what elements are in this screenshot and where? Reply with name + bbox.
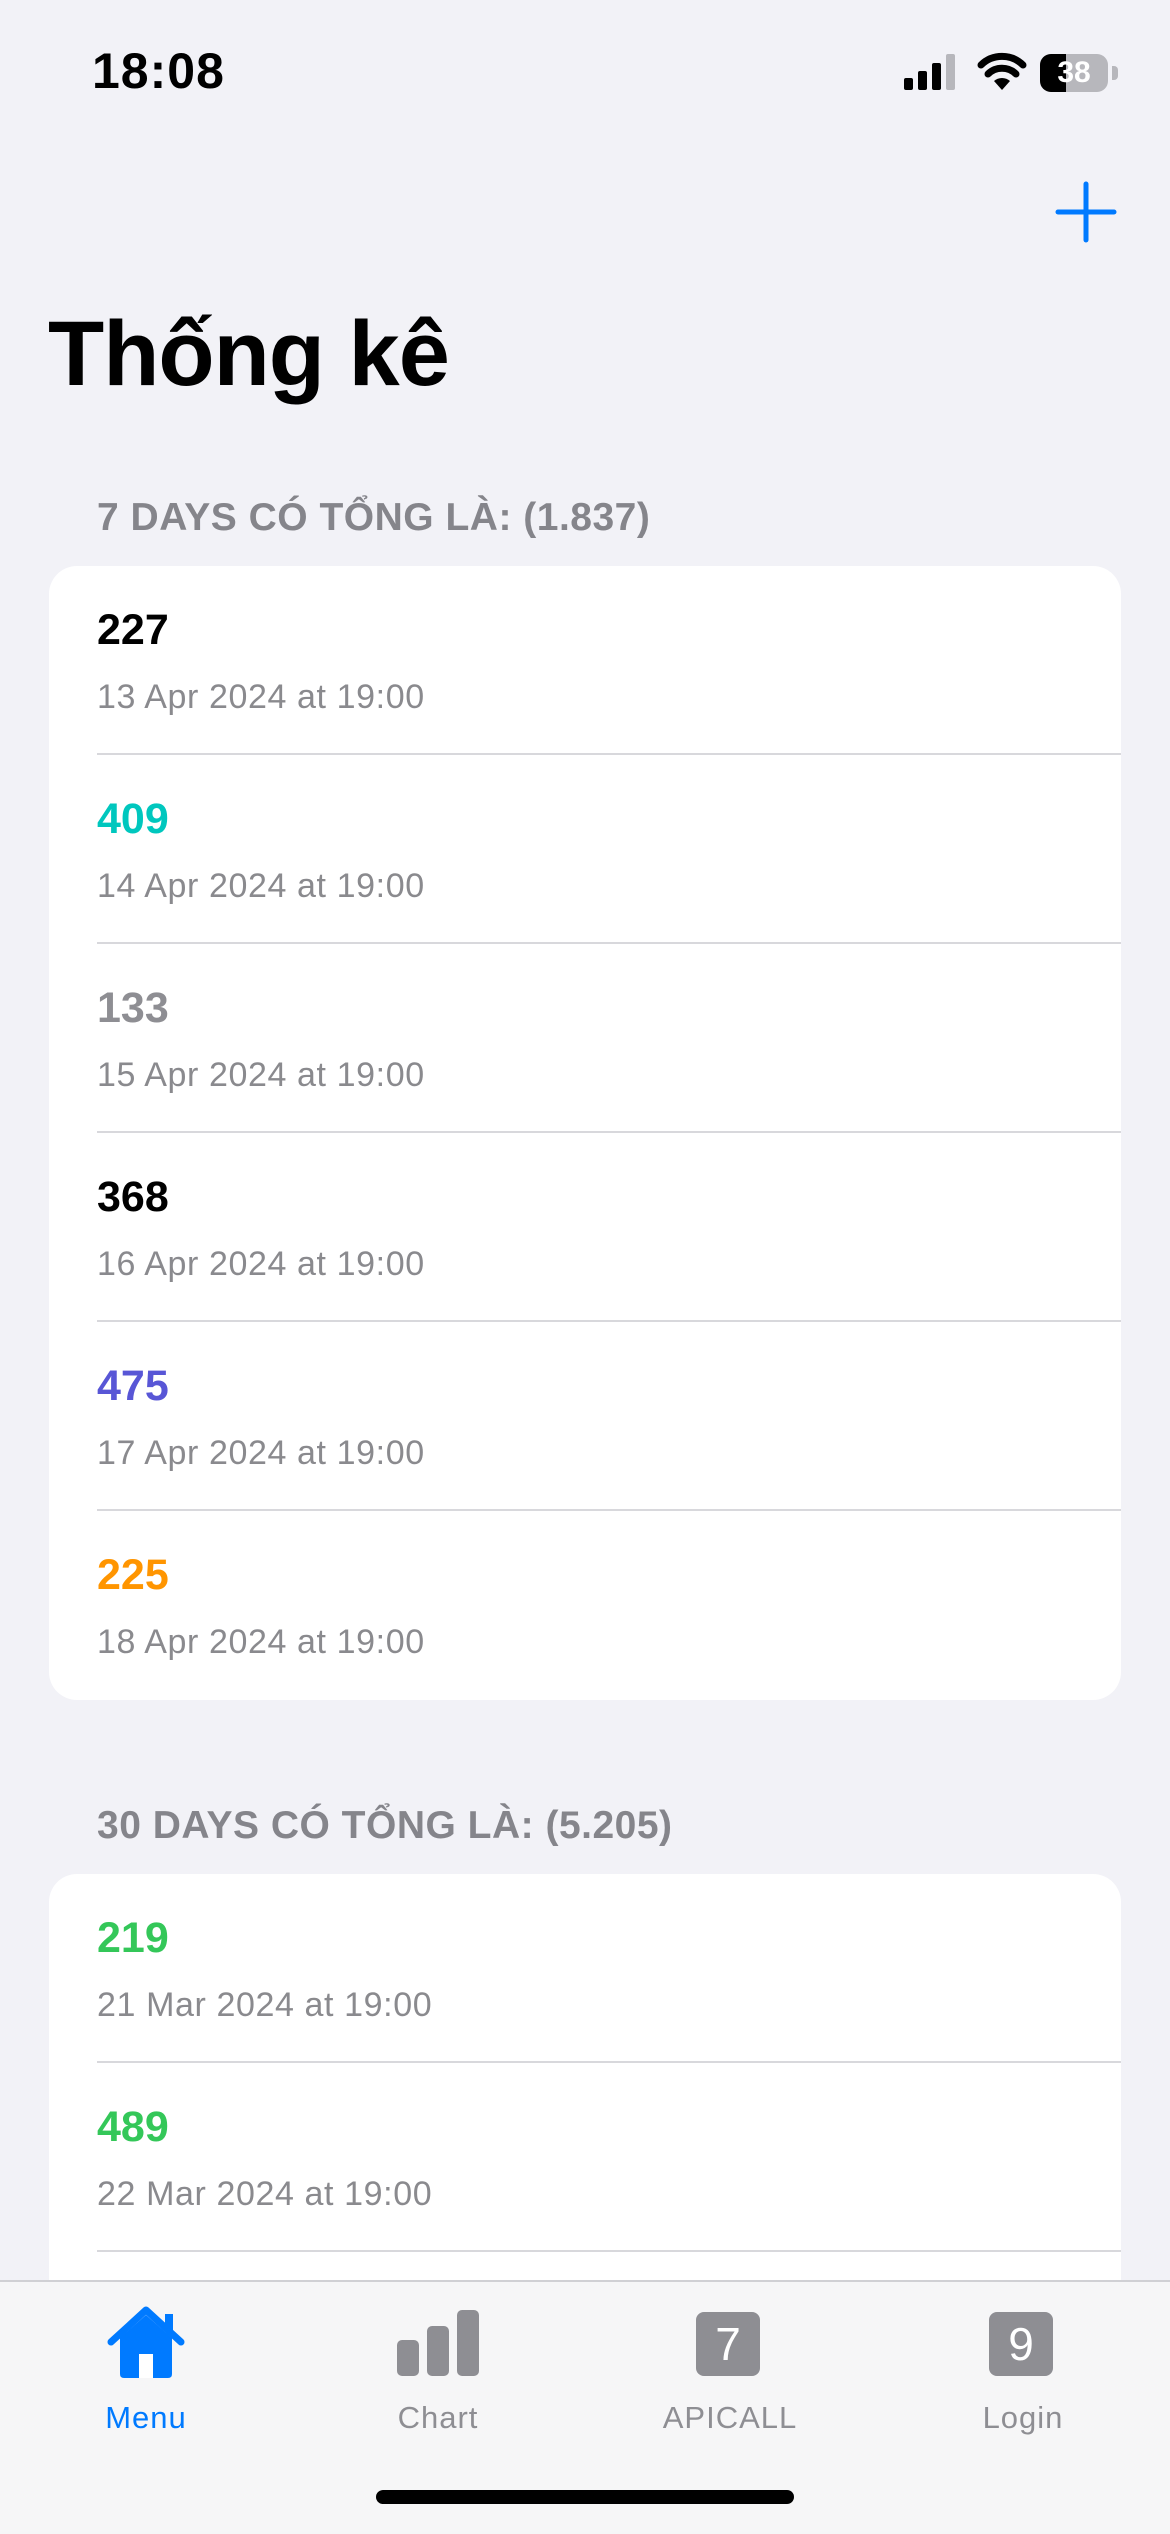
cellular-signal-icon — [904, 54, 955, 90]
list-item[interactable]: 227 13 Apr 2024 at 19:00 — [49, 566, 1121, 755]
house-icon — [107, 2306, 185, 2378]
row-date: 15 Apr 2024 at 19:00 — [97, 1056, 425, 1094]
tab-label: Chart — [397, 2400, 479, 2435]
row-date: 16 Apr 2024 at 19:00 — [97, 1245, 425, 1283]
list-item[interactable]: 489 22 Mar 2024 at 19:00 — [49, 2063, 1121, 2252]
row-date: 13 Apr 2024 at 19:00 — [97, 678, 425, 716]
list-item[interactable]: 133 15 Apr 2024 at 19:00 — [49, 944, 1121, 1133]
row-value: 475 — [97, 1362, 169, 1410]
tab-apicall[interactable]: 7 APICALL — [630, 2302, 830, 2452]
row-value: 227 — [97, 606, 169, 654]
section-header-30-days: 30 DAYS CÓ TỔNG LÀ: (5.205) — [97, 1804, 673, 1847]
tab-label: Login — [982, 2400, 1064, 2435]
card-30-days: 219 21 Mar 2024 at 19:00 489 22 Mar 2024… — [49, 1874, 1121, 2334]
row-value: 368 — [97, 1173, 169, 1221]
row-date: 14 Apr 2024 at 19:00 — [97, 867, 425, 905]
status-bar: 18:08 38 — [0, 0, 1170, 150]
bar-chart-icon — [397, 2310, 479, 2376]
row-value: 219 — [97, 1914, 169, 1962]
card-7-days: 227 13 Apr 2024 at 19:00 409 14 Apr 2024… — [49, 566, 1121, 1700]
row-date: 17 Apr 2024 at 19:00 — [97, 1434, 425, 1472]
tab-chart[interactable]: Chart — [338, 2302, 538, 2452]
battery-level: 38 — [1057, 56, 1091, 89]
row-separator — [97, 2250, 1121, 2252]
page-title: Thống kê — [48, 303, 450, 405]
tab-label: Menu — [105, 2400, 187, 2435]
tab-label: APICALL — [662, 2400, 798, 2435]
tab-login[interactable]: 9 Login — [923, 2302, 1123, 2452]
battery-icon: 38 — [1040, 54, 1118, 92]
row-value: 225 — [97, 1551, 169, 1599]
list-item[interactable]: 409 14 Apr 2024 at 19:00 — [49, 755, 1121, 944]
row-value: 489 — [97, 2103, 169, 2151]
battery-cap — [1112, 66, 1118, 80]
list-item[interactable]: 368 16 Apr 2024 at 19:00 — [49, 1133, 1121, 1322]
row-date: 22 Mar 2024 at 19:00 — [97, 2175, 433, 2213]
list-item[interactable]: 219 21 Mar 2024 at 19:00 — [49, 1874, 1121, 2063]
row-date: 18 Apr 2024 at 19:00 — [97, 1623, 425, 1661]
home-indicator — [376, 2490, 794, 2504]
section-header-7-days: 7 DAYS CÓ TỔNG LÀ: (1.837) — [97, 496, 651, 539]
number-7-icon: 7 — [696, 2312, 760, 2376]
row-value: 133 — [97, 984, 169, 1032]
add-button[interactable] — [1054, 180, 1118, 244]
number-9-icon: 9 — [989, 2312, 1053, 2376]
row-date: 21 Mar 2024 at 19:00 — [97, 1986, 433, 2024]
list-item[interactable]: 225 18 Apr 2024 at 19:00 — [49, 1511, 1121, 1700]
wifi-icon — [977, 52, 1027, 90]
list-item[interactable]: 475 17 Apr 2024 at 19:00 — [49, 1322, 1121, 1511]
status-time: 18:08 — [92, 43, 225, 99]
tab-menu[interactable]: Menu — [46, 2302, 246, 2452]
row-value: 409 — [97, 795, 169, 843]
